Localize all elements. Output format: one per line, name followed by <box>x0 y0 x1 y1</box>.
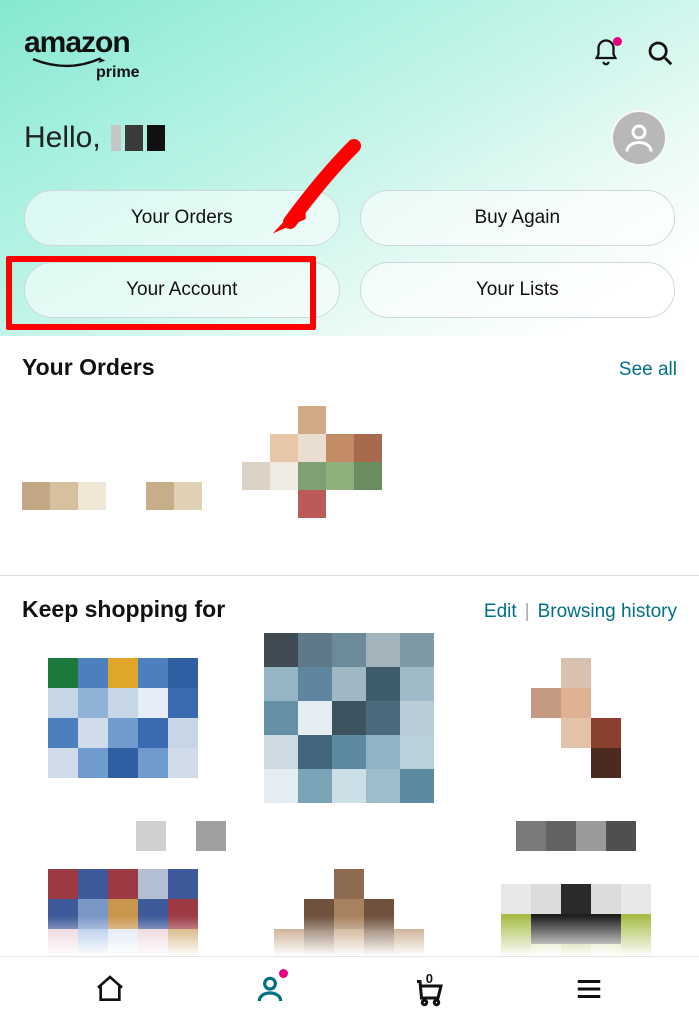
greeting-prefix: Hello, <box>24 121 101 155</box>
product-tile[interactable] <box>264 633 434 803</box>
greeting-text: Hello, <box>24 121 165 155</box>
browsing-history-link[interactable]: Browsing history <box>538 601 677 623</box>
link-separator: | <box>517 601 538 623</box>
product-tile[interactable] <box>48 658 198 778</box>
order-item[interactable] <box>242 406 382 546</box>
profile-avatar[interactable] <box>611 110 667 166</box>
amazon-prime-logo[interactable]: amazon prime <box>24 28 140 82</box>
your-orders-button[interactable]: Your Orders <box>24 190 340 246</box>
product-tile[interactable] <box>516 821 636 851</box>
logo-text: amazon <box>24 28 130 58</box>
your-lists-button[interactable]: Your Lists <box>360 262 676 318</box>
cart-count-badge: 0 <box>426 971 433 986</box>
section-divider <box>0 575 699 576</box>
buy-again-button[interactable]: Buy Again <box>360 190 676 246</box>
your-account-button[interactable]: Your Account <box>24 262 340 318</box>
notifications-button[interactable] <box>591 38 621 73</box>
order-item[interactable] <box>146 482 202 510</box>
see-all-link[interactable]: See all <box>619 359 677 381</box>
keep-shopping-heading: Keep shopping for <box>22 596 225 623</box>
product-tile[interactable] <box>136 821 226 851</box>
edit-link[interactable]: Edit <box>484 601 517 623</box>
orders-carousel[interactable] <box>22 391 677 561</box>
your-orders-heading: Your Orders <box>22 354 155 381</box>
bottom-navigation: 0 <box>0 956 699 1020</box>
product-tile[interactable] <box>531 658 621 778</box>
keep-shopping-grid <box>0 629 699 989</box>
search-button[interactable] <box>645 38 675 73</box>
order-item[interactable] <box>22 482 106 510</box>
nav-account-dot-icon <box>279 969 288 978</box>
nav-account-button[interactable] <box>248 967 292 1011</box>
nav-home-button[interactable] <box>88 967 132 1011</box>
notification-dot-icon <box>613 37 622 46</box>
logo-smile-icon <box>24 56 112 70</box>
nav-cart-button[interactable]: 0 <box>407 967 451 1011</box>
redacted-username <box>111 125 165 151</box>
nav-menu-button[interactable] <box>567 967 611 1011</box>
